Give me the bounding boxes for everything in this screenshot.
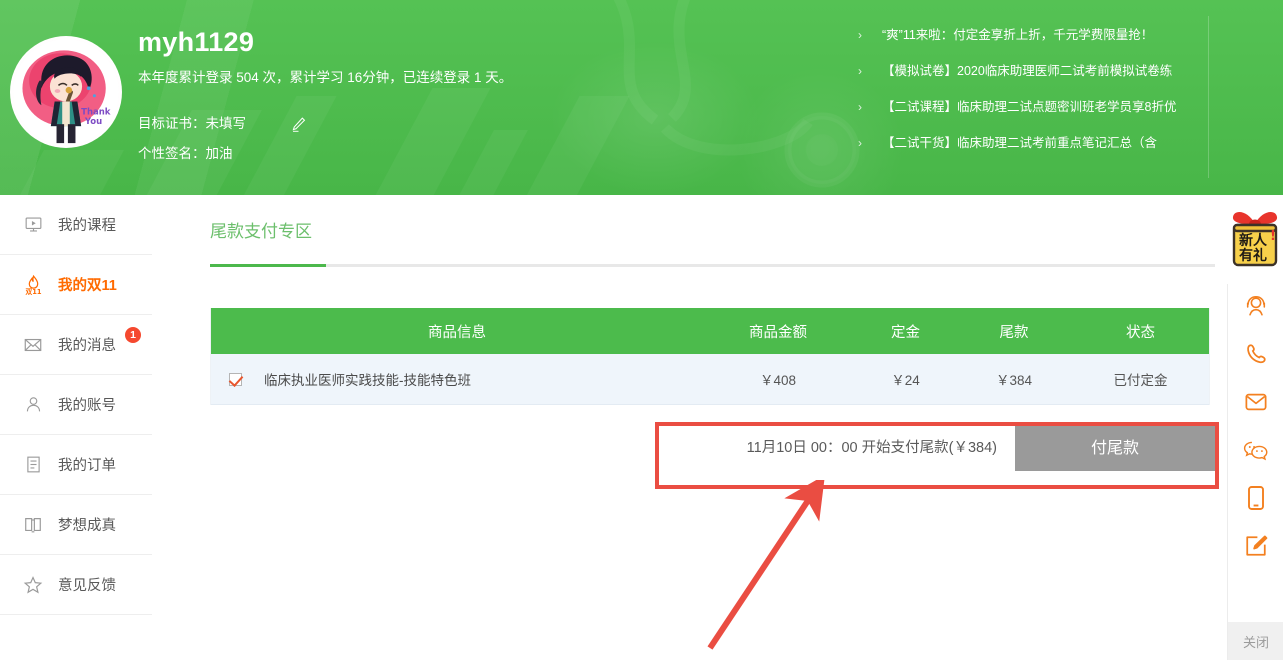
headset-service-icon — [1244, 294, 1268, 323]
table-header-row: 商品信息 商品金额 定金 尾款 状态 — [211, 308, 1209, 354]
target-cert-row: 目标证书： 未填写 — [138, 113, 512, 135]
final-payment-table: 商品信息 商品金额 定金 尾款 状态 临床执业医师实践技能-技能特色班 ￥408… — [210, 308, 1210, 405]
svg-text:You: You — [84, 117, 102, 127]
announcement-text: 【二试干货】临床助理二试考前重点笔记汇总（含 — [882, 136, 1158, 150]
rail-item-mail[interactable] — [1228, 380, 1283, 428]
sidebar-item-feedback[interactable]: 意见反馈 — [0, 555, 152, 615]
rail-item-wechat[interactable] — [1228, 428, 1283, 476]
announcement-list: › “爽”11来啦：付定金享折上折，千元学费限量抢！ › 【模拟试卷】2020临… — [858, 26, 1258, 170]
goods-name: 临床执业医师实践技能-技能特色班 — [264, 373, 471, 388]
page-root: Thank You myh1129 本年度累计登录 504 次，累计学习 16分… — [0, 0, 1283, 660]
chevron-right-icon: › — [858, 64, 862, 78]
close-rail-button[interactable]: 关闭 — [1228, 622, 1283, 660]
chevron-right-icon: › — [858, 136, 862, 150]
sidebar-item-my-courses[interactable]: 我的课程 — [0, 195, 152, 255]
sidebar-item-my-messages[interactable]: 我的消息 1 — [0, 315, 152, 375]
cell-status: 已付定金 — [1113, 373, 1168, 388]
envelope-icon — [22, 334, 44, 356]
tab-final-payment-zone[interactable]: 尾款支付专区 — [210, 219, 312, 259]
sidebar-item-my-double11[interactable]: 双11 我的双11 — [0, 255, 152, 315]
signature-label: 个性签名： — [138, 146, 206, 161]
status-badge: 1 — [125, 327, 141, 343]
gift-box-icon: 新人 有礼 ! — [1232, 211, 1278, 267]
svg-text:有礼: 有礼 — [1239, 247, 1267, 264]
user-icon — [22, 394, 44, 416]
signature-value: 加油 — [205, 146, 233, 161]
announcement-item[interactable]: › 【二试干货】临床助理二试考前重点笔记汇总（含 — [858, 134, 1258, 170]
rail-item-phone[interactable] — [1228, 332, 1283, 380]
rail-item-mobile-app[interactable] — [1228, 476, 1283, 524]
sidebar-item-label: 我的双11 — [58, 278, 117, 294]
sidebar-item-label: 意见反馈 — [58, 578, 116, 594]
goods-cell: 临床执业医师实践技能-技能特色班 — [211, 369, 703, 389]
announcement-item[interactable]: › 【二试课程】临床助理二试点题密训班老学员享8折优 — [858, 98, 1258, 134]
sidebar-item-label: 我的课程 — [58, 218, 116, 234]
pay-final-button[interactable]: 付尾款 — [1015, 426, 1215, 471]
column-header-final: 尾款 — [999, 324, 1029, 341]
sidebar-item-my-orders[interactable]: 我的订单 — [0, 435, 152, 495]
announcement-text: 【二试课程】临床助理二试点题密训班老学员享8折优 — [882, 100, 1177, 114]
chevron-right-icon: › — [858, 100, 862, 114]
sidebar-item-label: 我的消息 — [58, 338, 116, 354]
target-cert-value: 未填写 — [205, 116, 247, 131]
profile-banner: Thank You myh1129 本年度累计登录 504 次，累计学习 16分… — [0, 0, 1283, 195]
sidebar-item-label: 梦想成真 — [58, 518, 116, 534]
mobile-app-icon — [1246, 485, 1266, 516]
pencil-icon[interactable] — [290, 116, 307, 133]
banner-divider — [1208, 16, 1209, 178]
svg-text:双11: 双11 — [25, 288, 41, 295]
login-stats-text: 本年度累计登录 504 次，累计学习 16分钟，已连续登录 1 天。 — [138, 70, 513, 85]
right-rail: 关闭 — [1227, 284, 1283, 660]
column-header-amount: 商品金额 — [749, 324, 807, 341]
left-sidebar: 我的课程 双11 我的双11 我的消息 1 我的账号 我的订单 梦想成真 意见反… — [0, 195, 152, 660]
svg-text:新人: 新人 — [1239, 232, 1268, 249]
wechat-icon — [1243, 439, 1268, 466]
sidebar-item-label: 我的账号 — [58, 398, 116, 414]
book-open-icon — [22, 514, 44, 536]
column-header-deposit: 定金 — [891, 324, 920, 341]
sidebar-item-label: 我的订单 — [58, 458, 116, 474]
mail-icon — [1244, 391, 1268, 418]
monitor-play-icon — [22, 214, 44, 236]
sidebar-item-dream-come-true[interactable]: 梦想成真 — [0, 495, 152, 555]
announcement-item[interactable]: › “爽”11来啦：付定金享折上折，千元学费限量抢！ — [858, 26, 1258, 62]
final-payment-action-bar: 11月10日 00：00 开始支付尾款(￥384) 付尾款 — [655, 422, 1219, 489]
table-row: 临床执业医师实践技能-技能特色班 ￥408 ￥24 ￥384 已付定金 — [211, 354, 1209, 405]
tab-underline — [210, 264, 1215, 267]
svg-text:!: ! — [1270, 229, 1276, 244]
row-checkbox[interactable] — [229, 372, 242, 386]
username: myh1129 — [138, 27, 255, 57]
avatar[interactable]: Thank You — [10, 36, 122, 148]
announcement-text: 【模拟试卷】2020临床助理医师二试考前模拟试卷练 — [882, 64, 1173, 78]
star-icon — [22, 574, 44, 596]
column-header-status: 状态 — [1126, 324, 1155, 341]
chevron-right-icon: › — [858, 28, 862, 42]
feedback-pencil-icon — [1244, 534, 1268, 563]
new-user-gift-badge[interactable]: 新人 有礼 ! — [1228, 206, 1282, 282]
svg-text:Thank: Thank — [81, 108, 111, 118]
payment-schedule-note: 11月10日 00：00 开始支付尾款(￥384) — [746, 440, 997, 456]
cell-deposit: ￥24 — [891, 373, 920, 388]
signature-row: 个性签名： 加油 — [138, 143, 512, 165]
avatar-illustration: Thank You — [13, 39, 119, 145]
list-document-icon — [22, 454, 44, 476]
phone-icon — [1244, 342, 1268, 371]
tab-bar: 尾款支付专区 — [210, 219, 1215, 259]
rail-item-feedback[interactable] — [1228, 524, 1283, 572]
cell-final: ￥384 — [995, 373, 1033, 388]
flame-double11-icon: 双11 — [22, 274, 44, 296]
column-header-goods: 商品信息 — [428, 324, 486, 341]
rail-item-customer-service[interactable] — [1228, 284, 1283, 332]
user-info-block: myh1129 本年度累计登录 504 次，累计学习 16分钟，已连续登录 1 … — [138, 22, 512, 165]
announcement-item[interactable]: › 【模拟试卷】2020临床助理医师二试考前模拟试卷练 — [858, 62, 1258, 98]
sidebar-item-my-account[interactable]: 我的账号 — [0, 375, 152, 435]
announcement-text: “爽”11来啦：付定金享折上折，千元学费限量抢！ — [882, 28, 1154, 42]
target-cert-label: 目标证书： — [138, 116, 206, 131]
cell-amount: ￥408 — [759, 373, 797, 388]
